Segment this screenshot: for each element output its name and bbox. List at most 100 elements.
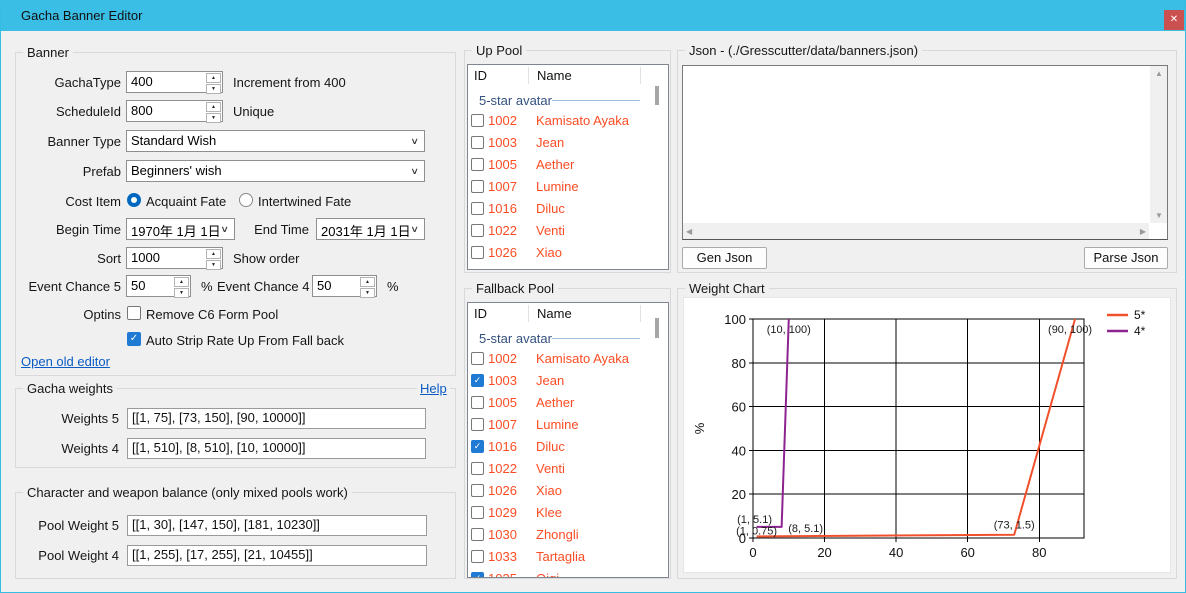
spinner-down-icon[interactable]: ▼ (360, 288, 375, 298)
list-item[interactable]: 1030Zhongli (468, 524, 660, 546)
list-rows: 1002Kamisato Ayaka1003Jean1005Aether1007… (468, 65, 668, 269)
list-item[interactable]: 1026Xiao (468, 242, 660, 264)
list-item[interactable]: 1003Jean (468, 132, 660, 154)
acquaint-fate-radio[interactable] (127, 193, 141, 207)
row-checkbox[interactable] (471, 158, 484, 171)
event-chance-5-input[interactable]: 50 ▲▼ (126, 275, 191, 297)
spinner-up-icon[interactable]: ▲ (206, 249, 221, 259)
row-checkbox[interactable] (471, 396, 484, 409)
fallback-pool-list[interactable]: ID Name 5-star avatar 1002Kamisato Ayaka… (467, 302, 669, 578)
row-name: Tartaglia (536, 549, 585, 564)
list-item[interactable]: 1005Aether (468, 154, 660, 176)
row-checkbox[interactable]: ✓ (471, 440, 484, 453)
scroll-up-icon[interactable]: ▲ (1155, 69, 1163, 78)
pool-weight-5-label: Pool Weight 5 (15, 518, 119, 533)
scroll-down-icon[interactable]: ▼ (1155, 211, 1163, 220)
help-link[interactable]: Help (417, 381, 450, 396)
row-checkbox[interactable] (471, 550, 484, 563)
svg-text:4*: 4* (1134, 324, 1146, 338)
spinner-up-icon[interactable]: ▲ (206, 73, 221, 83)
scheduleid-label: ScheduleId (15, 104, 121, 119)
begin-time-picker[interactable]: 1970年 1月 1日 ∨ (126, 218, 235, 240)
spinner-down-icon[interactable]: ▼ (206, 84, 221, 94)
intertwined-fate-label: Intertwined Fate (258, 194, 351, 209)
pool-weight-4-input[interactable]: [[1, 255], [17, 255], [21, 10455]] (127, 545, 427, 566)
fallback-pool-group-label: Fallback Pool (472, 281, 558, 296)
json-editor: ▲ ▼ ◀ ▶ (682, 65, 1168, 240)
row-name: Diluc (536, 439, 565, 454)
weight-chart-group-label: Weight Chart (685, 281, 769, 296)
up-pool-list[interactable]: ID Name 5-star avatar 1002Kamisato Ayaka… (467, 64, 669, 270)
row-checkbox[interactable] (471, 180, 484, 193)
scheduleid-input[interactable]: 800 ▲▼ (126, 100, 223, 122)
svg-text:40: 40 (889, 545, 903, 560)
row-name: Aether (536, 395, 574, 410)
remove-c6-label: Remove C6 Form Pool (146, 307, 278, 322)
parse-json-button[interactable]: Parse Json (1084, 247, 1168, 269)
close-button[interactable]: ✕ (1164, 10, 1184, 30)
row-name: Lumine (536, 179, 579, 194)
list-item[interactable]: ✓1003Jean (468, 370, 660, 392)
list-item[interactable]: 1005Aether (468, 392, 660, 414)
row-id: 1022 (488, 223, 517, 238)
row-checkbox[interactable] (471, 462, 484, 475)
weights-5-input[interactable]: [[1, 75], [73, 150], [90, 10000]] (127, 408, 426, 429)
row-checkbox[interactable] (471, 528, 484, 541)
row-checkbox[interactable] (471, 224, 484, 237)
row-checkbox[interactable] (471, 114, 484, 127)
up-pool-group-label: Up Pool (472, 43, 526, 58)
row-checkbox[interactable] (471, 418, 484, 431)
pool-weight-5-input[interactable]: [[1, 30], [147, 150], [181, 10230]] (127, 515, 427, 536)
row-checkbox[interactable]: ✓ (471, 572, 484, 577)
row-checkbox[interactable] (471, 246, 484, 259)
list-item[interactable]: 1026Xiao (468, 480, 660, 502)
row-checkbox[interactable] (471, 136, 484, 149)
list-item[interactable]: 1016Diluc (468, 198, 660, 220)
list-item[interactable]: 1029Klee (468, 502, 660, 524)
spinner-down-icon[interactable]: ▼ (206, 260, 221, 270)
svg-text:80: 80 (732, 356, 746, 371)
gen-json-button[interactable]: Gen Json (682, 247, 767, 269)
list-item[interactable]: 1002Kamisato Ayaka (468, 110, 660, 132)
row-checkbox[interactable]: ✓ (471, 374, 484, 387)
weights-4-input[interactable]: [[1, 510], [8, 510], [10, 10000]] (127, 438, 426, 459)
list-item[interactable]: 1002Kamisato Ayaka (468, 348, 660, 370)
banner-type-select[interactable]: Standard Wish ∨ (126, 130, 425, 152)
svg-text:(1, 5.1): (1, 5.1) (737, 514, 772, 526)
weight-chart-area: 020406080020406080100%5*4*(10, 100)(90, … (683, 297, 1171, 573)
list-item[interactable]: 1007Lumine (468, 176, 660, 198)
spinner-down-icon[interactable]: ▼ (174, 288, 189, 298)
titlebar[interactable]: Gacha Banner Editor ✕ (1, 1, 1186, 31)
remove-c6-checkbox[interactable] (127, 306, 141, 320)
event-chance-4-input[interactable]: 50 ▲▼ (312, 275, 377, 297)
sort-input[interactable]: 1000 ▲▼ (126, 247, 223, 269)
list-item[interactable]: ✓1035Qiqi (468, 568, 660, 577)
list-item[interactable]: 1022Venti (468, 220, 660, 242)
vertical-scrollbar[interactable]: ▲ ▼ (1150, 66, 1167, 223)
sort-label: Sort (15, 251, 121, 266)
gachatype-input[interactable]: 400 ▲▼ (126, 71, 223, 93)
scroll-left-icon[interactable]: ◀ (686, 227, 692, 236)
scroll-right-icon[interactable]: ▶ (1140, 227, 1146, 236)
spinner-up-icon[interactable]: ▲ (360, 277, 375, 287)
row-checkbox[interactable] (471, 506, 484, 519)
horizontal-scrollbar[interactable]: ◀ ▶ (683, 223, 1149, 239)
prefab-select[interactable]: Beginners' wish ∨ (126, 160, 425, 182)
list-item[interactable]: 1033Tartaglia (468, 546, 660, 568)
row-id: 1029 (488, 505, 517, 520)
open-old-editor-link[interactable]: Open old editor (21, 354, 110, 369)
list-item[interactable]: ✓1016Diluc (468, 436, 660, 458)
auto-strip-checkbox[interactable]: ✓ (127, 332, 141, 346)
intertwined-fate-radio[interactable] (239, 193, 253, 207)
spinner-up-icon[interactable]: ▲ (174, 277, 189, 287)
spinner-down-icon[interactable]: ▼ (206, 113, 221, 123)
spinner-up-icon[interactable]: ▲ (206, 102, 221, 112)
end-time-picker[interactable]: 2031年 1月 1日 ∨ (316, 218, 425, 240)
row-checkbox[interactable] (471, 484, 484, 497)
json-textarea[interactable] (683, 66, 1150, 223)
list-item[interactable]: 1022Venti (468, 458, 660, 480)
list-item[interactable]: 1007Lumine (468, 414, 660, 436)
row-checkbox[interactable] (471, 202, 484, 215)
optins-label: Optins (15, 307, 121, 322)
row-checkbox[interactable] (471, 352, 484, 365)
